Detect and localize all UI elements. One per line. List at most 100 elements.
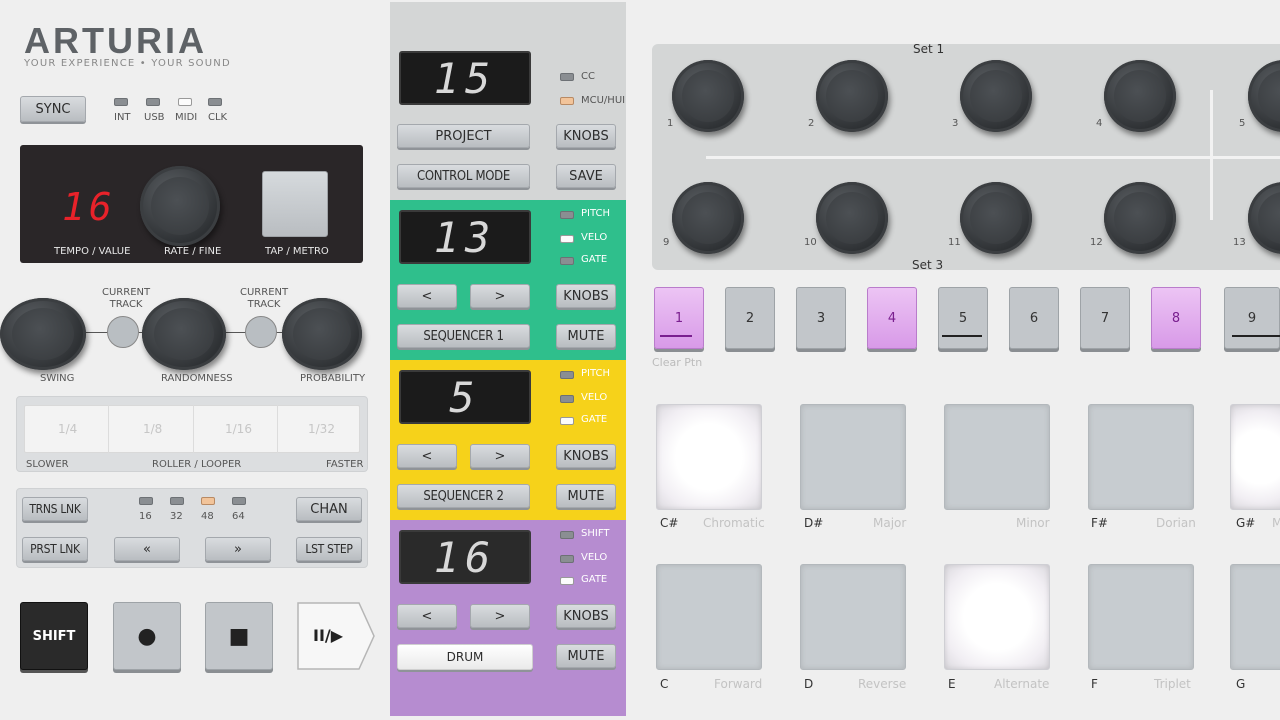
roller-divider xyxy=(108,405,109,453)
encoder-2[interactable] xyxy=(816,60,888,132)
seq1-next-button[interactable]: > xyxy=(470,284,530,308)
step-button-8[interactable]: 8 xyxy=(1151,287,1201,349)
pad-5[interactable] xyxy=(1230,404,1280,510)
chan-button[interactable]: CHAN xyxy=(296,497,362,521)
pad-1[interactable] xyxy=(656,404,762,510)
randomness-knob[interactable] xyxy=(142,298,226,370)
prst-lnk-button[interactable]: PRST LNK xyxy=(22,537,88,561)
seq1-mute-button[interactable]: MUTE xyxy=(556,324,616,348)
encoder-4[interactable] xyxy=(1104,60,1176,132)
project-knobs-button[interactable]: KNOBS xyxy=(556,124,616,148)
step-6-label: 6 xyxy=(1029,310,1039,326)
step48-label: 48 xyxy=(201,511,214,522)
int-led xyxy=(114,98,128,106)
shift-button[interactable]: SHIFT xyxy=(20,602,88,670)
save-button[interactable]: SAVE xyxy=(556,164,616,188)
current-track-button-1[interactable] xyxy=(107,316,139,348)
encoder-10[interactable] xyxy=(816,182,888,254)
usb-label: USB xyxy=(144,112,165,123)
play-pause-icon: II/▶ xyxy=(313,626,344,645)
encoder-13-label: 13 xyxy=(1233,237,1246,248)
pad-10-note: D xyxy=(804,677,814,691)
trns-lnk-button[interactable]: TRNS LNK xyxy=(22,497,88,521)
pad-10[interactable] xyxy=(800,564,906,670)
step-button-6[interactable]: 6 xyxy=(1009,287,1059,349)
step32-label: 32 xyxy=(170,511,183,522)
encoder-2-label: 2 xyxy=(808,118,815,129)
seq1-knobs-button[interactable]: KNOBS xyxy=(556,284,616,308)
pad-9[interactable] xyxy=(656,564,762,670)
encoder-4-label: 4 xyxy=(1096,118,1103,129)
probability-knob[interactable] xyxy=(282,298,362,370)
project-button[interactable]: PROJECT xyxy=(397,124,530,148)
drum-button[interactable]: DRUM xyxy=(397,644,533,670)
drum-prev-button[interactable]: < xyxy=(397,604,457,628)
drum-velo-led xyxy=(560,555,574,563)
beatstep-pro-panel: ARTURIA YOUR EXPERIENCE • YOUR SOUND SYN… xyxy=(0,0,1280,720)
encoder-1[interactable] xyxy=(672,60,744,132)
sync-button[interactable]: SYNC xyxy=(20,96,86,122)
step-1-underline xyxy=(660,335,692,337)
faster-label: FASTER xyxy=(326,459,364,470)
seq1-prev-button[interactable]: < xyxy=(397,284,457,308)
pad-2[interactable] xyxy=(800,404,906,510)
midi-led xyxy=(178,98,192,106)
play-pause-button[interactable]: II/▶ xyxy=(297,602,375,670)
roller-divider xyxy=(277,405,278,453)
step-9-label: 9 xyxy=(1247,310,1257,326)
step-button-3[interactable]: 3 xyxy=(796,287,846,349)
lst-step-button[interactable]: LST STEP xyxy=(296,537,362,561)
pad-2-note: D# xyxy=(804,516,824,530)
drum-mute-button[interactable]: MUTE xyxy=(556,644,616,668)
seq2-next-button[interactable]: > xyxy=(470,444,530,468)
sequencer2-button[interactable]: SEQUENCER 2 xyxy=(397,484,530,508)
pad-13[interactable] xyxy=(1230,564,1280,670)
encoder-10-label: 10 xyxy=(804,237,817,248)
rate-fine-knob[interactable] xyxy=(140,166,220,246)
step-2-label: 2 xyxy=(745,310,755,326)
length-next-button[interactable]: » xyxy=(205,537,271,561)
encoder-11[interactable] xyxy=(960,182,1032,254)
seq1-velo-label: VELO xyxy=(581,232,608,243)
drum-knobs-button[interactable]: KNOBS xyxy=(556,604,616,628)
seq2-mute-button[interactable]: MUTE xyxy=(556,484,616,508)
seq2-knobs-button[interactable]: KNOBS xyxy=(556,444,616,468)
encoder-12[interactable] xyxy=(1104,182,1176,254)
step-button-7[interactable]: 7 xyxy=(1080,287,1130,349)
seq2-prev-button[interactable]: < xyxy=(397,444,457,468)
swing-knob[interactable] xyxy=(0,298,86,370)
seq2-gate-label: GATE xyxy=(581,414,608,425)
step-button-2[interactable]: 2 xyxy=(725,287,775,349)
pad-12-mode: Triplet xyxy=(1154,677,1191,691)
stop-icon: ■ xyxy=(228,623,250,649)
tap-metro-button[interactable] xyxy=(262,171,328,237)
pad-3[interactable] xyxy=(944,404,1050,510)
encoder-9[interactable] xyxy=(672,182,744,254)
pad-12[interactable] xyxy=(1088,564,1194,670)
pad-11[interactable] xyxy=(944,564,1050,670)
control-mode-button[interactable]: CONTROL MODE xyxy=(397,164,530,188)
step-button-5[interactable]: 5 xyxy=(938,287,988,349)
encoder-3[interactable] xyxy=(960,60,1032,132)
pad-2-scale: Major xyxy=(873,516,907,530)
step-button-1[interactable]: 1 xyxy=(654,287,704,349)
cc-label: CC xyxy=(581,71,595,82)
sequencer1-button[interactable]: SEQUENCER 1 xyxy=(397,324,530,348)
current-track-label-1: CURRENT TRACK xyxy=(102,287,151,310)
drum-gate-label: GATE xyxy=(581,574,608,585)
step-button-4[interactable]: 4 xyxy=(867,287,917,349)
step-button-9[interactable]: 9 xyxy=(1224,287,1280,349)
encoder-divider-v xyxy=(1210,90,1213,220)
drum-next-button[interactable]: > xyxy=(470,604,530,628)
pad-5-scale: M xyxy=(1272,516,1280,530)
pad-4[interactable] xyxy=(1088,404,1194,510)
pad-11-mode: Alternate xyxy=(994,677,1050,691)
seq1-velo-led xyxy=(560,235,574,243)
length-prev-button[interactable]: « xyxy=(114,537,180,561)
int-label: INT xyxy=(114,112,131,123)
pad-4-scale: Dorian xyxy=(1156,516,1196,530)
current-track-button-2[interactable] xyxy=(245,316,277,348)
stop-button[interactable]: ■ xyxy=(205,602,273,670)
record-button[interactable]: ● xyxy=(113,602,181,670)
encoder-5-label: 5 xyxy=(1239,118,1246,129)
